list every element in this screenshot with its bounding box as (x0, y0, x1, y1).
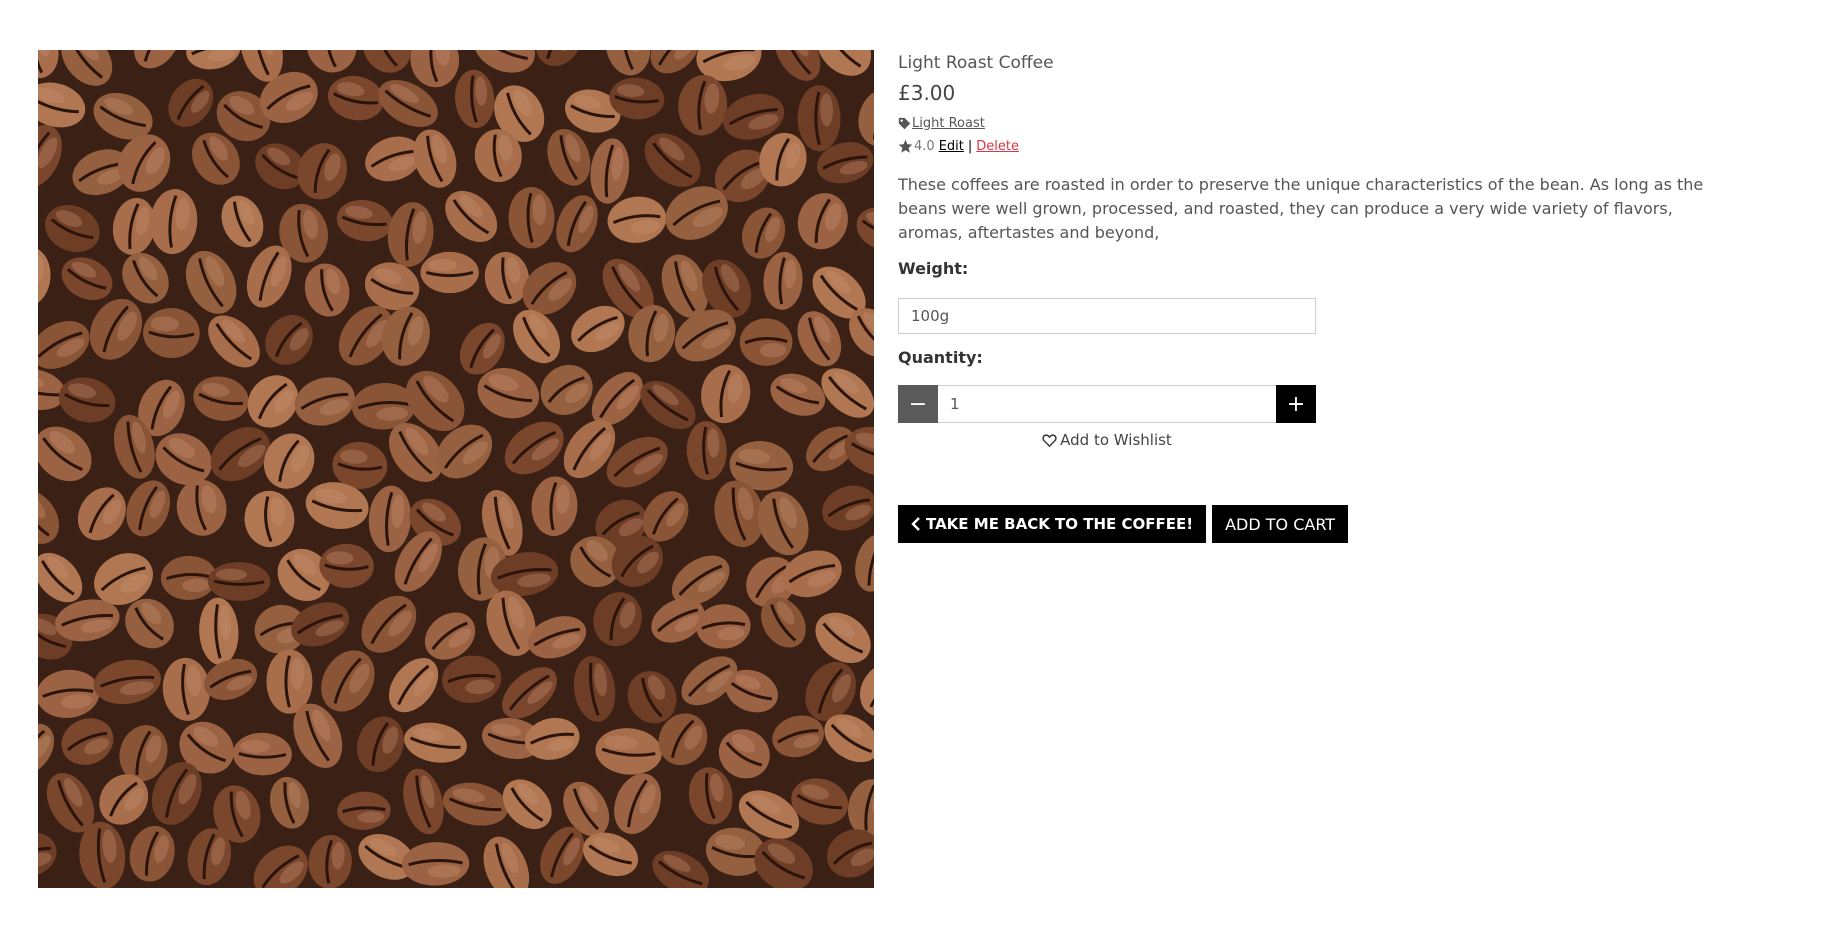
weight-label: Weight: (898, 259, 969, 278)
coffee-beans-photo (38, 50, 874, 888)
add-to-cart-button[interactable]: ADD TO CART (1212, 505, 1349, 543)
decrement-button[interactable]: − (898, 385, 938, 423)
quantity-label: Quantity: (898, 348, 983, 367)
weight-value: 100g (911, 307, 950, 325)
category-link[interactable]: Light Roast (912, 116, 985, 131)
back-button-label: TAKE ME BACK TO THE COFFEE! (926, 515, 1194, 533)
product-description: These coffees are roasted in order to pr… (898, 175, 1704, 242)
quantity-stepper: − 1 + (898, 385, 1316, 423)
heart-outline-icon (1042, 433, 1057, 447)
add-to-wishlist-link[interactable]: Add to Wishlist (898, 431, 1316, 449)
delete-link[interactable]: Delete (976, 139, 1019, 154)
action-buttons: TAKE ME BACK TO THE COFFEE! ADD TO CART (898, 505, 1728, 543)
product-details: Light Roast Coffee £3.00 Light Roast 4.0… (898, 50, 1728, 543)
tag-icon (898, 117, 911, 129)
rating-row: 4.0 Edit | Delete (898, 136, 1728, 156)
quantity-input[interactable]: 1 (938, 385, 1276, 423)
star-icon (898, 139, 913, 153)
increment-button[interactable]: + (1276, 385, 1316, 423)
category-row: Light Roast (898, 114, 1728, 132)
back-to-coffee-button[interactable]: TAKE ME BACK TO THE COFFEE! (898, 505, 1207, 543)
edit-link[interactable]: Edit (939, 139, 964, 154)
quantity-value: 1 (950, 395, 960, 413)
weight-select[interactable]: 100g (898, 298, 1316, 334)
chevron-left-icon (911, 517, 920, 531)
product-price: £3.00 (898, 81, 956, 105)
product-name: Light Roast Coffee (898, 53, 1054, 73)
product-image (38, 50, 874, 888)
rating-value: 4.0 (914, 138, 935, 154)
link-separator: | (967, 138, 973, 154)
wishlist-label: Add to Wishlist (1060, 431, 1172, 449)
